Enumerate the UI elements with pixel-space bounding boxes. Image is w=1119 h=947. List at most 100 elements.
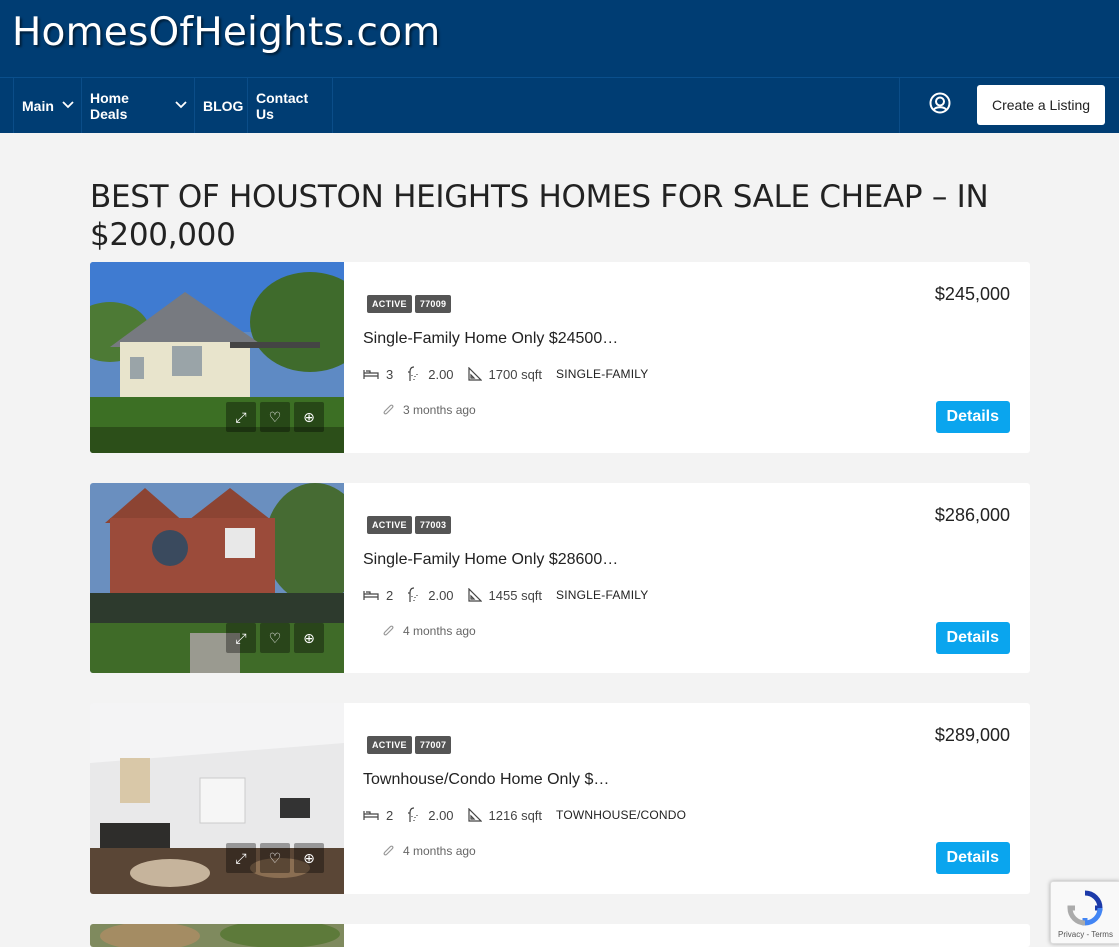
nav-item-label: Contact Us	[256, 89, 309, 122]
ruler-icon	[467, 808, 482, 822]
heart-icon[interactable]: ♡	[260, 843, 290, 873]
badges: ACTIVE 77003	[367, 516, 452, 534]
heart-icon[interactable]: ♡	[260, 623, 290, 653]
listing-photo[interactable]	[90, 924, 344, 947]
area-spec: 1216 sqft	[467, 807, 543, 823]
area-value: 1700 sqft	[488, 366, 543, 382]
baths-value: 2.00	[428, 587, 454, 603]
time-text: 3 months ago	[403, 403, 476, 417]
bed-icon	[363, 591, 379, 600]
nav-item-label: Home Deals	[90, 89, 129, 122]
user-account-button[interactable]	[899, 78, 979, 133]
site-header: HomesOfHeights.com Main Home Deals BLOG …	[0, 0, 1119, 133]
baths-value: 2.00	[428, 366, 454, 382]
baths-value: 2.00	[428, 807, 454, 823]
details-button[interactable]: Details	[935, 842, 1010, 874]
listing-title[interactable]: Single-Family Home Only $24500…	[363, 330, 618, 348]
ruler-icon	[467, 367, 482, 381]
property-type: SINGLE-FAMILY	[556, 588, 649, 602]
chevron-down-icon	[62, 100, 74, 112]
listing-card: ⤢ ♡ ⊕ ACTIVE 77003 Single-Family Home On…	[90, 483, 1030, 673]
area-spec: 1455 sqft	[467, 587, 543, 603]
listing-card	[90, 924, 1030, 947]
zip-badge[interactable]: 77003	[414, 516, 452, 534]
time-text: 4 months ago	[403, 844, 476, 858]
listing-time: 4 months ago	[383, 624, 476, 638]
heart-icon[interactable]: ♡	[260, 402, 290, 432]
beds-spec: 2	[363, 588, 393, 603]
site-logo[interactable]: HomesOfHeights.com	[12, 10, 440, 55]
beds-spec: 2	[363, 808, 393, 823]
baths-spec: 2.00	[407, 807, 454, 823]
bath-icon	[408, 366, 418, 381]
nav-item-contact-us[interactable]: Contact Us	[247, 78, 333, 133]
baths-spec: 2.00	[407, 587, 454, 603]
nav-item-blog[interactable]: BLOG	[194, 78, 248, 133]
expand-icon[interactable]: ⤢	[226, 843, 256, 873]
recaptcha-text[interactable]: Privacy - Terms	[1058, 930, 1113, 939]
add-circle-icon[interactable]: ⊕	[294, 843, 324, 873]
beds-value: 3	[386, 366, 394, 382]
badges: ACTIVE 77009	[367, 295, 452, 313]
listing-price: $245,000	[934, 284, 1010, 304]
listing-price: $289,000	[934, 725, 1010, 745]
status-badge: ACTIVE	[367, 736, 412, 754]
bed-icon	[363, 370, 379, 379]
bed-icon	[363, 811, 379, 820]
area-value: 1455 sqft	[488, 587, 543, 603]
property-type: TOWNHOUSE/CONDO	[556, 808, 687, 822]
beds-spec: 3	[363, 367, 393, 382]
chevron-down-icon	[175, 100, 187, 112]
ruler-icon	[467, 588, 482, 602]
listing-specs: 3 2.00 1700 sqft SINGLE-FAMILY	[363, 366, 648, 382]
status-badge: ACTIVE	[367, 295, 412, 313]
listing-time: 3 months ago	[383, 403, 476, 417]
photo-actions: ⤢ ♡ ⊕	[226, 623, 324, 653]
listing-photo[interactable]: ⤢ ♡ ⊕	[90, 483, 365, 673]
page-title: BEST OF HOUSTON HEIGHTS HOMES FOR SALE C…	[90, 179, 989, 253]
create-listing-button[interactable]: Create a Listing	[977, 85, 1105, 125]
zip-badge[interactable]: 77007	[414, 736, 452, 754]
nav-item-label: BLOG	[203, 97, 244, 114]
recaptcha-icon	[1067, 890, 1103, 926]
expand-icon[interactable]: ⤢	[226, 402, 256, 432]
area-value: 1216 sqft	[488, 807, 543, 823]
recaptcha-badge[interactable]: Privacy - Terms	[1050, 881, 1119, 944]
listing-time: 4 months ago	[383, 844, 476, 858]
nav-item-home-deals[interactable]: Home Deals	[81, 78, 195, 133]
status-badge: ACTIVE	[367, 516, 412, 534]
listing-specs: 2 2.00 1455 sqft SINGLE-FAMILY	[363, 587, 648, 603]
photo-actions: ⤢ ♡ ⊕	[226, 402, 324, 432]
bath-icon	[408, 587, 418, 602]
paperclip-icon	[383, 404, 394, 415]
badges: ACTIVE 77007	[367, 736, 452, 754]
property-type: SINGLE-FAMILY	[556, 367, 649, 381]
listing-price: $286,000	[934, 505, 1010, 525]
bath-icon	[408, 807, 418, 822]
beds-value: 2	[386, 807, 394, 823]
photo-actions: ⤢ ♡ ⊕	[226, 843, 324, 873]
listing-card: ⤢ ♡ ⊕ ACTIVE 77009 Single-Family Home On…	[90, 262, 1030, 453]
add-circle-icon[interactable]: ⊕	[294, 623, 324, 653]
area-spec: 1700 sqft	[467, 366, 543, 382]
baths-spec: 2.00	[407, 366, 454, 382]
time-text: 4 months ago	[403, 624, 476, 638]
user-circle-icon	[929, 92, 951, 119]
nav-item-main[interactable]: Main	[13, 78, 82, 133]
nav-item-label: Main	[22, 97, 54, 114]
listing-title[interactable]: Townhouse/Condo Home Only $…	[363, 771, 609, 789]
listing-photo[interactable]: ⤢ ♡ ⊕	[90, 703, 344, 894]
listing-title[interactable]: Single-Family Home Only $28600…	[363, 551, 618, 569]
expand-icon[interactable]: ⤢	[226, 623, 256, 653]
details-button[interactable]: Details	[935, 401, 1010, 433]
paperclip-icon	[383, 625, 394, 636]
details-button[interactable]: Details	[935, 622, 1010, 654]
listing-specs: 2 2.00 1216 sqft TOWNHOUSE/CONDO	[363, 807, 686, 823]
paperclip-icon	[383, 845, 394, 856]
main-nav: Main Home Deals BLOG Contact Us Create a…	[0, 77, 1119, 133]
add-circle-icon[interactable]: ⊕	[294, 402, 324, 432]
zip-badge[interactable]: 77009	[414, 295, 452, 313]
listing-photo[interactable]: ⤢ ♡ ⊕	[90, 262, 370, 453]
listing-card: ⤢ ♡ ⊕ ACTIVE 77007 Townhouse/Condo Home …	[90, 703, 1030, 894]
beds-value: 2	[386, 587, 394, 603]
